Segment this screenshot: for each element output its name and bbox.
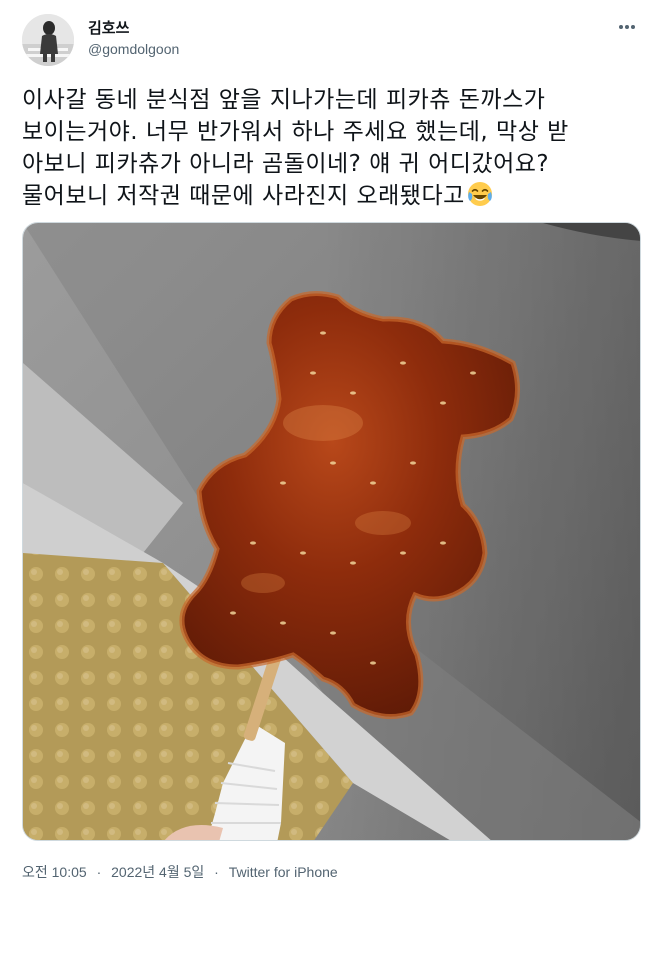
tweet: 김호쓰 @gomdolgoon 이사갈 동네 분식점 앞을 지나가는데 피카츄 …: [0, 0, 657, 955]
bear-cutlet-photo-icon: [23, 223, 640, 840]
tweet-photo[interactable]: [22, 222, 641, 841]
profile-avatar[interactable]: [22, 14, 74, 66]
tweet-text-line: 보이는거야. 너무 반가워서 하나 주세요 했는데, 막상 받: [22, 119, 569, 145]
tweet-date[interactable]: 2022년 4월 5일: [111, 864, 204, 880]
tweet-text-line: 물어보니 저작권 때문에 사라진지 오래됐다고: [22, 183, 465, 209]
tweet-time[interactable]: 오전 10:05: [22, 864, 87, 880]
author-display-name[interactable]: 김호쓰: [88, 17, 129, 38]
more-icon: [619, 25, 635, 29]
tweet-metadata: 오전 10:05 · 2022년 4월 5일 · Twitter for iPh…: [22, 862, 338, 882]
meta-separator: ·: [96, 864, 102, 880]
author-handle[interactable]: @gomdolgoon: [88, 41, 179, 57]
tweet-source-link[interactable]: Twitter for iPhone: [229, 864, 338, 880]
more-options-button[interactable]: [613, 16, 641, 38]
face-with-tears-of-joy-icon: [467, 181, 493, 216]
meta-separator: ·: [214, 864, 219, 880]
tweet-text-line: 이사갈 동네 분식점 앞을 지나가는데 피카츄 돈까스가: [22, 87, 546, 113]
tweet-text-line: 아보니 피카츄가 아니라 곰돌이네? 얘 귀 어디갔어요?: [22, 151, 550, 177]
tweet-text: 이사갈 동네 분식점 앞을 지나가는데 피카츄 돈까스가 보이는거야. 너무 반…: [22, 84, 642, 216]
tweet-text-line-with-emoji: 물어보니 저작권 때문에 사라진지 오래됐다고: [22, 180, 642, 216]
